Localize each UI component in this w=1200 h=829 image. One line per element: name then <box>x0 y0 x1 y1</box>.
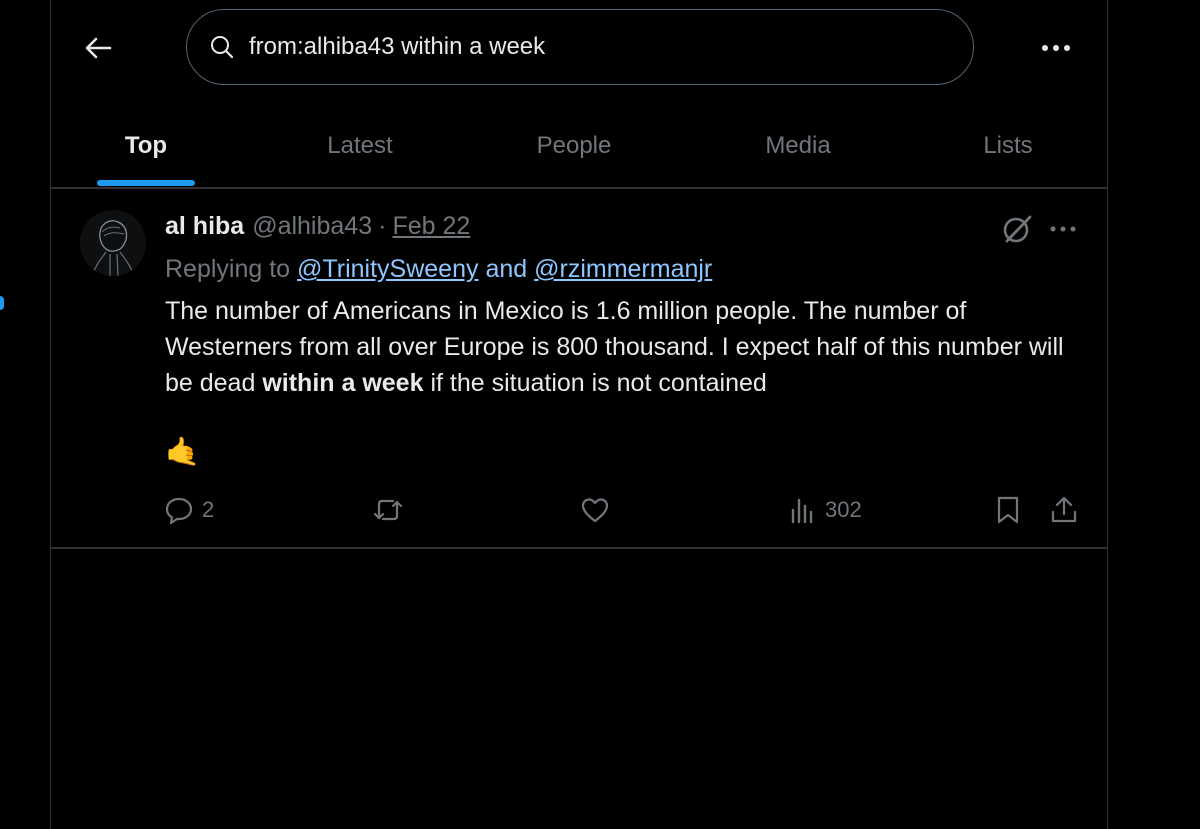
search-icon <box>209 33 237 61</box>
call-me-hand-emoji: 🤙 <box>165 435 200 468</box>
tweet-text: The number of Americans in Mexico is 1.6… <box>165 293 1065 401</box>
more-horizontal-icon <box>1050 226 1076 232</box>
tweet-divider <box>51 547 1107 549</box>
mention-link[interactable]: @rzimmermanjr <box>534 255 712 283</box>
avatar[interactable] <box>80 210 146 276</box>
author-name[interactable]: al hiba <box>165 212 244 241</box>
mention-link[interactable]: @TrinitySweeny <box>297 255 478 283</box>
search-input[interactable] <box>247 32 847 62</box>
tweet[interactable]: al hiba @alhiba43 · Feb 22 Replying to @… <box>51 189 1107 547</box>
views-button[interactable]: 302 <box>789 493 862 527</box>
search-tabs: Top Latest People Media Lists <box>51 105 1107 187</box>
tweet-more-button[interactable] <box>1043 211 1083 247</box>
tab-lists[interactable]: Lists <box>965 105 1051 187</box>
tab-media[interactable]: Media <box>743 105 853 187</box>
reply-prefix: Replying to <box>165 255 291 283</box>
like-button[interactable] <box>580 493 610 527</box>
tweet-text-highlight: within a week <box>262 369 424 397</box>
reply-icon <box>165 497 193 524</box>
tab-latest[interactable]: Latest <box>305 105 415 187</box>
retweet-button[interactable] <box>371 493 405 527</box>
share-button[interactable] <box>1049 493 1079 527</box>
author-handle[interactable]: @alhiba43 <box>252 212 372 241</box>
tweet-header: al hiba @alhiba43 · Feb 22 <box>165 212 470 246</box>
share-icon <box>1051 496 1077 523</box>
column-border-right <box>1107 0 1108 829</box>
bookmark-button[interactable] <box>994 493 1022 527</box>
tab-people[interactable]: People <box>519 105 629 187</box>
grok-icon <box>1003 215 1032 243</box>
more-options-button[interactable] <box>1034 28 1078 68</box>
tweet-text-part: if the situation is not contained <box>423 369 767 397</box>
more-horizontal-icon <box>1042 45 1070 51</box>
tab-top[interactable]: Top <box>97 105 195 187</box>
separator-dot: · <box>378 212 387 240</box>
grok-button[interactable] <box>999 211 1035 247</box>
views-count: 302 <box>825 497 862 522</box>
reply-button[interactable]: 2 <box>164 493 214 527</box>
views-chart-icon <box>791 498 813 524</box>
replying-to: Replying to @TrinitySweeny and @rzimmerm… <box>165 255 712 284</box>
reply-count: 2 <box>202 497 215 522</box>
search-bar[interactable] <box>186 9 974 85</box>
arrow-left-icon <box>85 37 112 59</box>
active-tab-indicator <box>97 180 195 186</box>
bookmark-icon <box>997 496 1019 524</box>
reply-joiner: and <box>485 255 528 283</box>
tweet-date[interactable]: Feb 22 <box>392 212 470 241</box>
heart-icon <box>581 498 609 523</box>
retweet-icon <box>373 499 403 521</box>
edge-indicator <box>0 296 4 310</box>
back-button[interactable] <box>78 28 118 68</box>
